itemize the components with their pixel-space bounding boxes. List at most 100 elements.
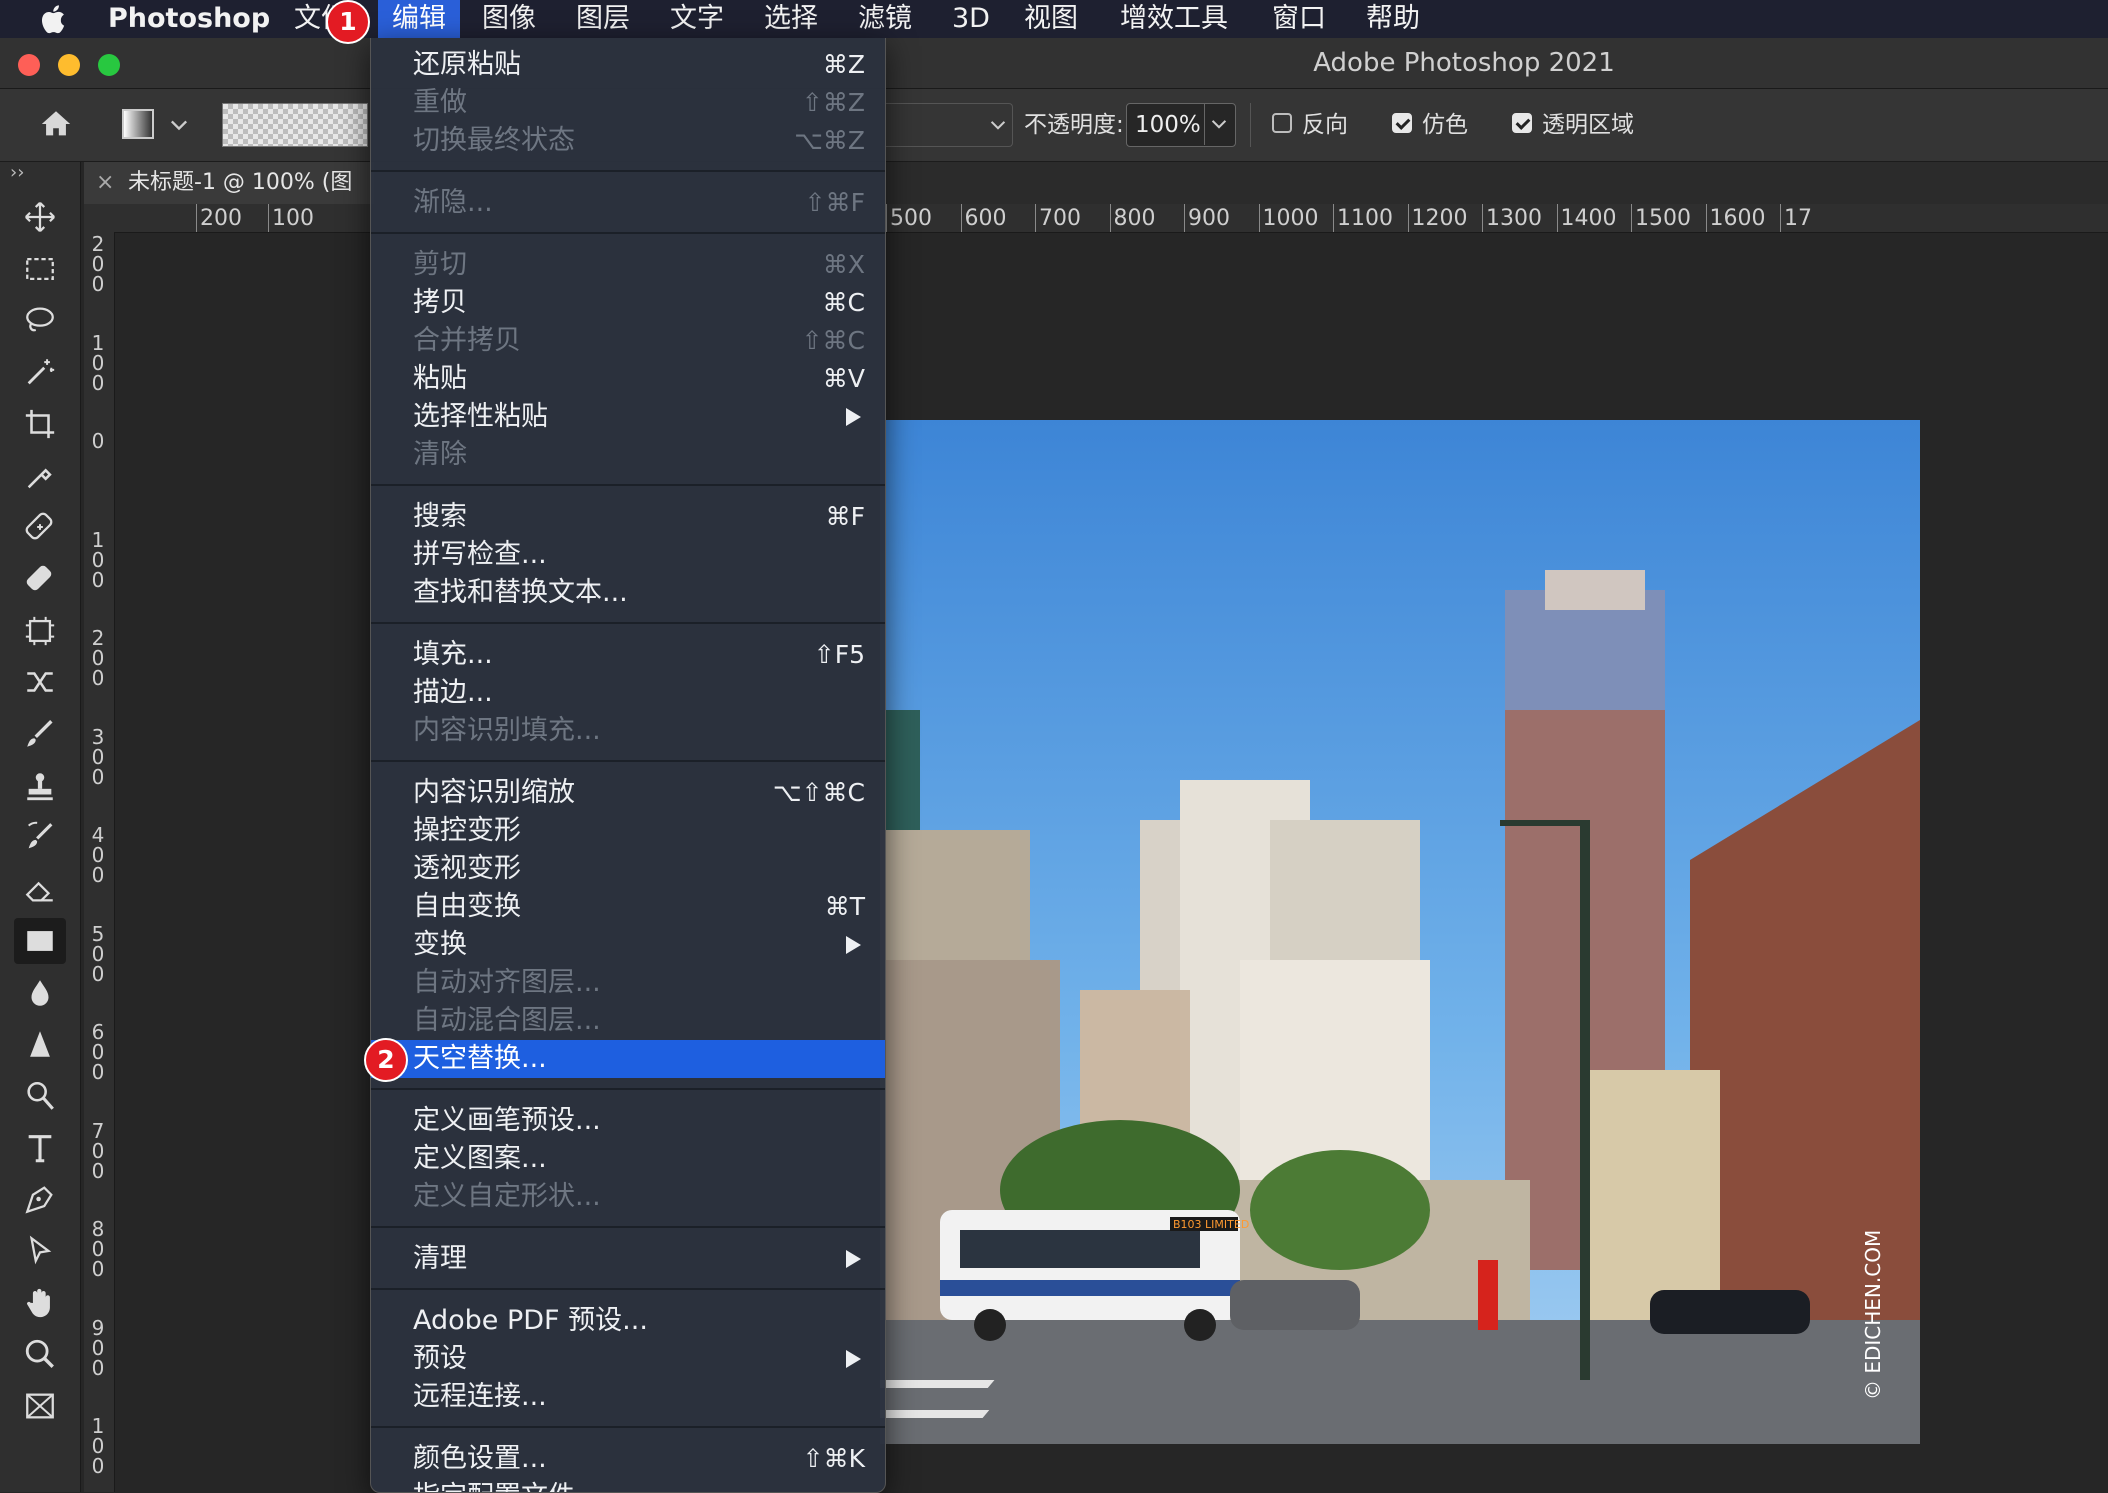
menu-item-label: 自动混合图层... (413, 1005, 601, 1036)
crop-tool-button[interactable] (14, 401, 66, 447)
menu-item-shortcut: ⇧⌘Z (801, 88, 865, 117)
stamp-tool-button[interactable] (14, 763, 66, 809)
zoom-tool-button[interactable] (14, 1331, 66, 1377)
menu-image[interactable]: 图像 (474, 0, 544, 38)
document-tab[interactable]: × 未标题-1 @ 100% (图 (84, 162, 374, 204)
frame-x-icon (26, 1393, 54, 1419)
edit-menu-item[interactable]: 自由变换 ⌘T (371, 888, 885, 926)
ruler-label: 100 (272, 206, 314, 231)
magic-wand-button[interactable] (14, 349, 66, 395)
eraser-tool-button[interactable] (14, 866, 66, 912)
edit-menu-item[interactable]: 颜色设置... ⇧⌘K (371, 1440, 885, 1478)
ruler-label: 0 (91, 429, 105, 453)
frame-x-button[interactable] (14, 1383, 66, 1429)
edit-menu-item[interactable]: 透视变形 (371, 850, 885, 888)
menu-separator (371, 1226, 885, 1228)
edit-menu-item[interactable]: 天空替换... (371, 1040, 885, 1078)
edit-menu-item[interactable]: 操控变形 (371, 812, 885, 850)
blur-tool-button[interactable] (14, 970, 66, 1016)
menu-filter[interactable]: 滤镜 (850, 0, 920, 38)
move-tool-button[interactable] (14, 194, 66, 240)
close-tab-icon[interactable]: × (96, 162, 114, 204)
edit-menu-item[interactable]: 拼写检查... (371, 536, 885, 574)
edit-menu-item[interactable]: Adobe PDF 预设... (371, 1302, 885, 1340)
edit-menu-item[interactable]: 变换 (371, 926, 885, 964)
edit-menu-item[interactable]: 预设 (371, 1340, 885, 1378)
menu-3d[interactable]: 3D (944, 0, 998, 38)
pen-tool-button[interactable] (14, 1176, 66, 1222)
menu-select[interactable]: 选择 (756, 0, 826, 38)
transparency-checkbox[interactable] (1512, 113, 1532, 133)
edit-menu-item[interactable]: 远程连接... (371, 1378, 885, 1416)
sharpen-tool-button[interactable] (14, 1021, 66, 1067)
edit-menu-item[interactable]: 粘贴 ⌘V (371, 360, 885, 398)
menu-layer[interactable]: 图层 (568, 0, 638, 38)
marquee-tool-button[interactable] (14, 246, 66, 292)
ruler-label: 1 (91, 1414, 105, 1438)
menu-view[interactable]: 视图 (1016, 0, 1086, 38)
ruler-label: 0 (91, 941, 105, 966)
edit-menu-item[interactable]: 清理 (371, 1240, 885, 1278)
eyedropper-button[interactable] (14, 453, 66, 499)
collapse-toolbox-icon[interactable]: ›› (10, 162, 24, 183)
edit-menu-item: 合并拷贝 ⇧⌘C (371, 322, 885, 360)
ruler-label: 0 (91, 370, 105, 395)
mode-dropdown[interactable] (884, 103, 1013, 147)
menu-help[interactable]: 帮助 (1358, 0, 1428, 38)
type-tool-button[interactable] (14, 1125, 66, 1171)
healing-brush-button[interactable] (14, 504, 66, 550)
gradient-tool-button[interactable] (14, 917, 66, 964)
edit-menu-item[interactable]: 还原粘贴 ⌘Z (371, 46, 885, 84)
menu-window[interactable]: 窗口 (1264, 0, 1334, 38)
lasso-tool-button[interactable] (14, 297, 66, 343)
photo-credit: © EDICHEN.COM (1861, 1230, 1885, 1400)
dither-checkbox[interactable] (1392, 113, 1412, 133)
hand-tool-button[interactable] (14, 1280, 66, 1326)
menu-separator (371, 232, 885, 234)
frame-tool-button[interactable] (14, 608, 66, 654)
apple-icon[interactable] (38, 2, 66, 36)
edit-menu-item[interactable]: 指定配置文件... (371, 1478, 885, 1492)
app-menu[interactable]: Photoshop (100, 0, 278, 38)
menu-plugins[interactable]: 增效工具 (1112, 0, 1236, 38)
path-select-button[interactable] (14, 1228, 66, 1274)
brush-tool-button[interactable] (14, 711, 66, 757)
ruler-label: 800 (1113, 206, 1156, 231)
menu-type[interactable]: 文字 (662, 0, 732, 38)
menu-item-shortcut: ⌘X (822, 250, 865, 279)
dodge-tool-button[interactable] (14, 1073, 66, 1119)
ruler-label: 600 (964, 206, 1007, 231)
content-aware-move-button[interactable] (14, 659, 66, 705)
edit-menu-item[interactable]: 查找和替换文本... (371, 574, 885, 612)
edit-menu-item[interactable]: 拷贝 ⌘C (371, 284, 885, 322)
ruler-label: 0 (91, 961, 105, 986)
edit-menu-item[interactable]: 填充... ⇧F5 (371, 636, 885, 674)
edit-menu-item[interactable]: 内容识别缩放 ⌥⇧⌘C (371, 774, 885, 812)
menu-item-label: 定义画笔预设... (413, 1105, 601, 1136)
menu-item-shortcut: ⌘C (822, 288, 865, 317)
reverse-checkbox[interactable] (1272, 113, 1292, 133)
menu-separator (371, 1426, 885, 1428)
gradient-tool-preset-icon[interactable] (122, 109, 154, 139)
menu-item-label: 天空替换... (413, 1043, 547, 1074)
menu-separator (371, 622, 885, 624)
menu-item-label: 变换 (413, 929, 467, 960)
edit-menu-item[interactable]: 搜索 ⌘F (371, 498, 885, 536)
menu-item-shortcut: ⇧⌘C (801, 326, 865, 355)
home-icon[interactable] (38, 107, 74, 141)
menu-edit[interactable]: 编辑 (378, 0, 460, 38)
menu-item-label: 查找和替换文本... (413, 577, 628, 608)
edit-menu-item[interactable]: 定义画笔预设... (371, 1102, 885, 1140)
edit-menu-item[interactable]: 描边... (371, 674, 885, 712)
menu-separator (371, 170, 885, 172)
window-title-bar: Adobe Photoshop 2021 (0, 38, 2108, 89)
gradient-preview[interactable] (222, 103, 368, 147)
hand-tool-icon (27, 1288, 50, 1317)
ruler-label: 0 (91, 252, 105, 276)
edit-menu-item[interactable]: 定义图案... (371, 1140, 885, 1178)
history-brush-button[interactable] (14, 814, 66, 860)
edit-menu-item[interactable]: 选择性粘贴 (371, 398, 885, 436)
patch-tool-button[interactable] (14, 556, 66, 602)
chevron-down-icon[interactable] (170, 117, 188, 133)
opacity-dropdown[interactable] (1204, 103, 1235, 145)
